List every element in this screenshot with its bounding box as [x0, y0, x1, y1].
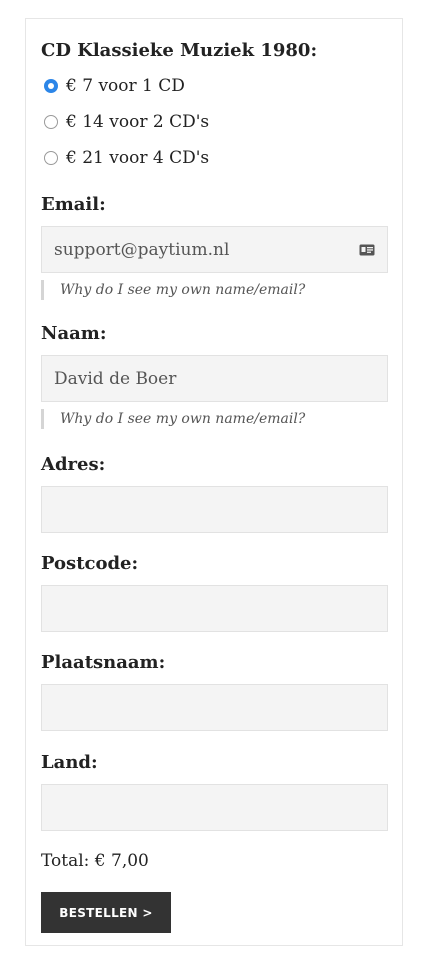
email-label: Email:	[41, 194, 106, 215]
postcode-field[interactable]	[41, 585, 388, 632]
email-hint: Why do I see my own name/email?	[41, 280, 305, 300]
radio-unchecked-icon[interactable]	[44, 151, 58, 165]
land-input[interactable]	[42, 785, 387, 830]
naam-hint: Why do I see my own name/email?	[41, 409, 305, 429]
option-4-cds[interactable]: € 21 voor 4 CD's	[44, 147, 209, 169]
naam-label: Naam:	[41, 323, 107, 344]
contact-card-icon[interactable]	[359, 244, 375, 256]
email-input[interactable]	[42, 227, 387, 272]
option-label: € 7 voor 1 CD	[66, 76, 185, 96]
option-1-cd[interactable]: € 7 voor 1 CD	[44, 75, 185, 97]
form-title: CD Klassieke Muziek 1980:	[41, 40, 318, 61]
order-total: Total: € 7,00	[41, 851, 149, 871]
radio-unchecked-icon[interactable]	[44, 115, 58, 129]
postcode-label: Postcode:	[41, 553, 139, 574]
naam-input[interactable]	[42, 356, 387, 401]
option-2-cds[interactable]: € 14 voor 2 CD's	[44, 111, 209, 133]
plaatsnaam-label: Plaatsnaam:	[41, 652, 166, 673]
email-field[interactable]	[41, 226, 388, 273]
plaatsnaam-input[interactable]	[42, 685, 387, 730]
adres-field[interactable]	[41, 486, 388, 533]
bestellen-button[interactable]: BESTELLEN >	[41, 892, 171, 933]
radio-checked-icon[interactable]	[44, 79, 58, 93]
option-label: € 14 voor 2 CD's	[66, 112, 210, 132]
plaatsnaam-field[interactable]	[41, 684, 388, 731]
postcode-input[interactable]	[42, 586, 387, 631]
option-label: € 21 voor 4 CD's	[66, 148, 210, 168]
naam-field[interactable]	[41, 355, 388, 402]
land-label: Land:	[41, 752, 98, 773]
land-field[interactable]	[41, 784, 388, 831]
adres-label: Adres:	[41, 454, 106, 475]
adres-input[interactable]	[42, 487, 387, 532]
